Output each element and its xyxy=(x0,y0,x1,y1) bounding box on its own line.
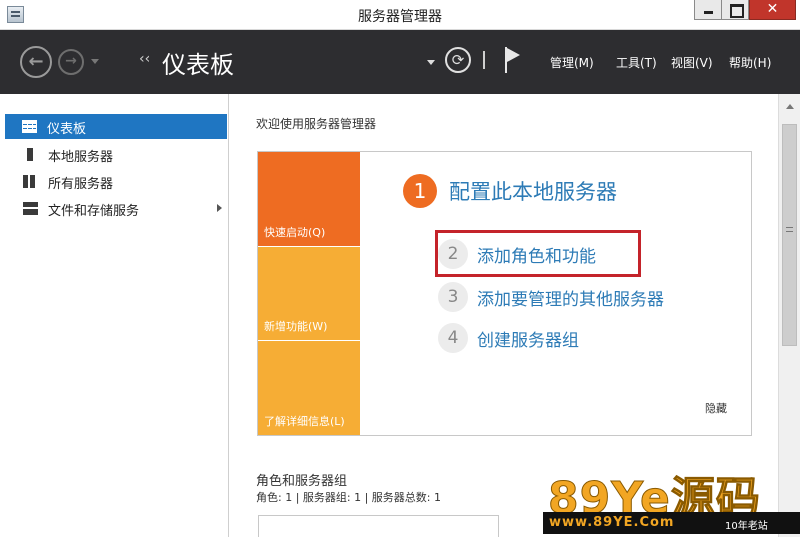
role-card[interactable] xyxy=(258,515,499,537)
page-title: 仪表板 xyxy=(162,51,234,79)
refresh-button[interactable]: ⟳ xyxy=(445,47,471,73)
create-server-group-link[interactable]: 创建服务器组 xyxy=(477,326,579,351)
watermark-url: www.89YE.Com xyxy=(549,515,675,530)
sidebar-item-label: 文件和存储服务 xyxy=(48,204,140,219)
menu-help[interactable]: 帮助(H) xyxy=(729,54,771,71)
maximize-button[interactable] xyxy=(721,0,749,20)
scroll-up-arrow-icon[interactable] xyxy=(786,104,794,109)
roles-summary: 角色: 1 | 服务器组: 1 | 服务器总数: 1 xyxy=(256,491,442,504)
server-icon xyxy=(27,148,33,161)
menu-tools[interactable]: 工具(T) xyxy=(616,54,657,71)
minimize-button[interactable] xyxy=(694,0,722,20)
files-storage-icon xyxy=(23,202,38,215)
window-title: 服务器管理器 xyxy=(358,9,442,25)
sidebar-item-all-servers[interactable]: 所有服务器 xyxy=(6,169,229,194)
roles-section-title: 角色和服务器组 xyxy=(256,474,348,489)
refresh-dropdown-icon[interactable] xyxy=(427,60,435,65)
grip-icon xyxy=(786,227,793,232)
back-button[interactable]: ← xyxy=(20,46,52,78)
hide-link[interactable]: 隐藏 xyxy=(705,400,727,416)
menu-view[interactable]: 视图(V) xyxy=(671,54,713,71)
tile-label: 新增功能(W) xyxy=(264,320,328,333)
close-button[interactable]: ✕ xyxy=(749,0,796,20)
add-servers-link[interactable]: 添加要管理的其他服务器 xyxy=(477,285,664,310)
sidebar-item-dashboard[interactable]: 仪表板 xyxy=(5,114,227,139)
highlight-box xyxy=(435,230,641,277)
quick-start-panel: 快速启动(Q) 新增功能(W) 了解详细信息(L) 1 配置此本地服务器 2 添… xyxy=(257,151,752,436)
window-titlebar: 服务器管理器 ✕ xyxy=(0,0,800,30)
tile-label: 了解详细信息(L) xyxy=(264,415,345,428)
step-1-badge: 1 xyxy=(403,174,437,208)
sidebar-item-label: 本地服务器 xyxy=(48,150,114,165)
sidebar: 仪表板 本地服务器 所有服务器 文件和存储服务 xyxy=(0,94,229,537)
configure-local-server-link[interactable]: 配置此本地服务器 xyxy=(449,176,617,206)
header-separator xyxy=(483,51,485,69)
forward-button[interactable]: → xyxy=(58,49,84,75)
tile-whats-new[interactable]: 新增功能(W) xyxy=(258,247,360,340)
notifications-flag-icon[interactable] xyxy=(505,47,525,73)
forward-arrow-icon: → xyxy=(65,53,77,69)
breadcrumb-chevron-icon: ‹‹ xyxy=(139,51,151,67)
sidebar-item-label: 仪表板 xyxy=(47,122,87,137)
servers-icon xyxy=(23,175,38,188)
dashboard-icon xyxy=(22,120,37,133)
tile-label: 快速启动(Q) xyxy=(264,226,326,239)
history-dropdown-icon[interactable] xyxy=(91,59,99,64)
sidebar-item-file-storage[interactable]: 文件和存储服务 xyxy=(6,196,229,221)
sidebar-item-label: 所有服务器 xyxy=(48,177,114,192)
watermark: 89Ye源码 www.89YE.Com 10年老站 xyxy=(543,464,800,537)
app-header: ← → ‹‹ 仪表板 ⟳ 管理(M) 工具(T) 视图(V) 帮助(H) xyxy=(0,30,800,94)
scroll-thumb[interactable] xyxy=(782,124,797,346)
step-4-badge: 4 xyxy=(438,323,468,353)
watermark-tag: 10年老站 xyxy=(725,521,768,532)
expand-arrow-icon[interactable] xyxy=(217,204,222,212)
close-icon: ✕ xyxy=(766,1,779,17)
welcome-heading: 欢迎使用服务器管理器 xyxy=(256,117,377,131)
step-3-badge: 3 xyxy=(438,282,468,312)
tile-quick-start[interactable]: 快速启动(Q) xyxy=(258,152,360,246)
menu-manage[interactable]: 管理(M) xyxy=(550,54,594,71)
sidebar-item-local-server[interactable]: 本地服务器 xyxy=(6,142,229,167)
back-arrow-icon: ← xyxy=(28,51,44,72)
tile-learn-more[interactable]: 了解详细信息(L) xyxy=(258,341,360,435)
